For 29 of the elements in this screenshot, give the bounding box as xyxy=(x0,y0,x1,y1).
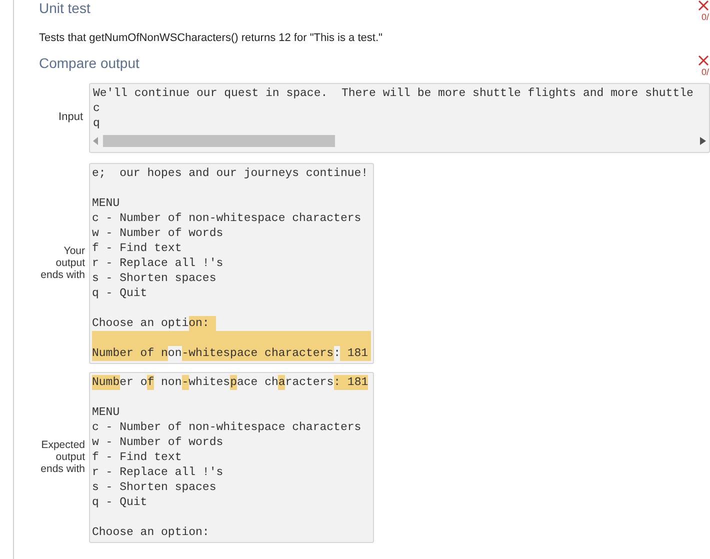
output-text: Choose an option: xyxy=(92,524,210,540)
input-line: c xyxy=(93,100,101,116)
output-text: Numb xyxy=(92,374,120,390)
section-title: Compare output xyxy=(39,54,140,70)
output-text: Choose an opti xyxy=(92,316,189,330)
output-label: Your output ends with xyxy=(40,245,86,281)
output-label: Expected output ends with xyxy=(40,439,86,475)
input-line: q xyxy=(93,116,101,130)
input-line: We'll continue our quest in space. There will be more shuttle flights and more shuttle xyxy=(93,86,694,100)
output-text: p xyxy=(230,374,237,390)
output-text: -whitespace characters xyxy=(182,346,334,360)
section-title: Unit test xyxy=(39,0,90,16)
output-text: q - Quit xyxy=(92,494,148,510)
output-text: r - Replace all !'s xyxy=(92,464,224,480)
test-description: Tests that getNumOfNonWSCharacters() returns 12 for "This is a test." xyxy=(39,31,384,46)
output-text: r - Replace all !'s xyxy=(92,256,224,270)
output-text: e; our hopes and our journeys continue! xyxy=(92,166,368,180)
output-text: s - Shorten spaces xyxy=(92,270,216,286)
score-text: 0/ xyxy=(701,12,709,22)
output-text: : 181 xyxy=(334,374,368,390)
output-text: c - Number of non-whitespace characters xyxy=(92,420,362,434)
output-text: on: xyxy=(188,316,216,330)
output-text: q - Quit xyxy=(92,286,148,300)
score-text: 0/ xyxy=(701,66,709,76)
input-label: Input xyxy=(58,110,84,126)
output-text: s - Shorten spaces xyxy=(92,480,216,494)
output-text: c - Number of non-whitespace characters xyxy=(92,210,362,226)
output-text: a xyxy=(278,374,286,390)
output-text: f xyxy=(147,374,154,390)
